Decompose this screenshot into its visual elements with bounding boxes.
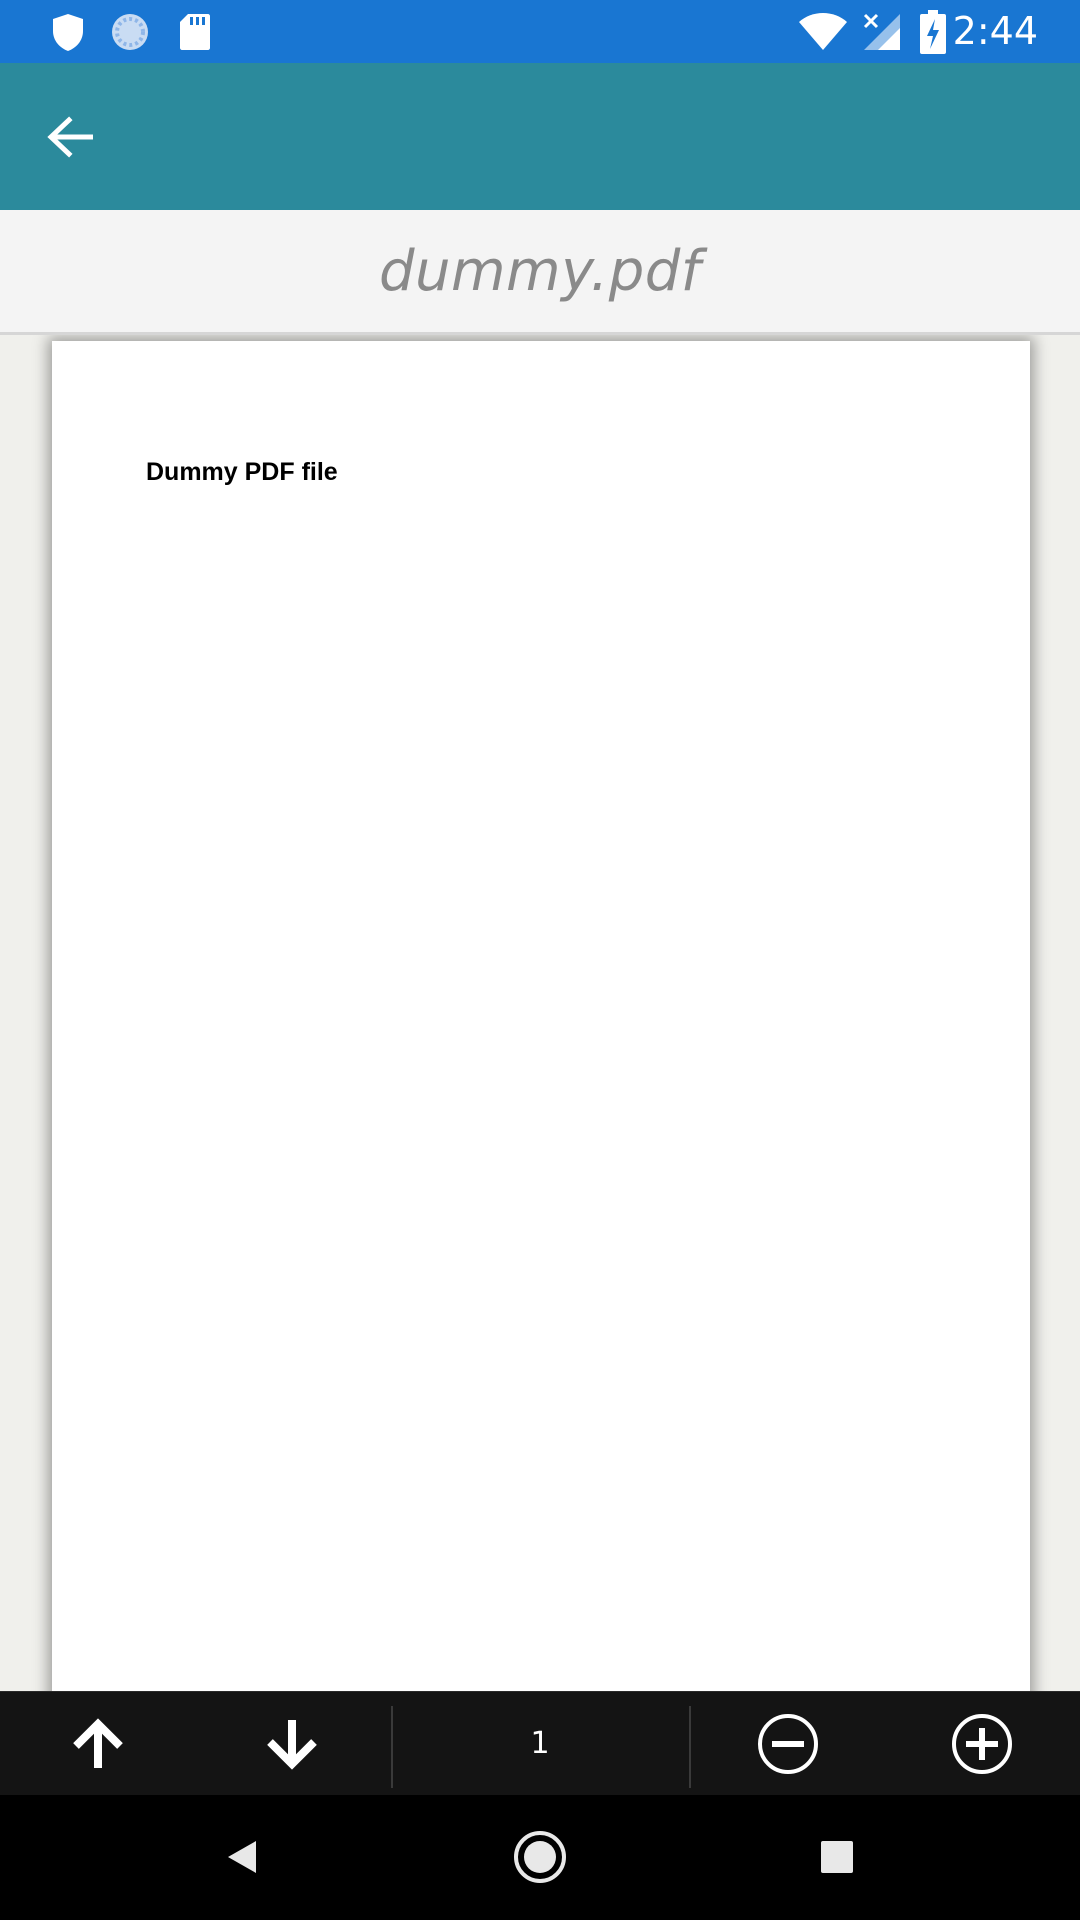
nav-home-button[interactable] [500,1817,580,1897]
cell-signal-off-icon [863,13,900,50]
document-viewer[interactable]: Dummy PDF file [0,335,1080,1692]
file-title: dummy.pdf [378,238,702,304]
navigation-bar [0,1795,1080,1920]
zoom-out-button[interactable] [738,1692,838,1795]
nav-recents-icon [821,1841,853,1873]
zoom-in-icon [952,1713,1012,1774]
status-time: 2:44 [952,9,1038,53]
battery-charging-icon [920,10,946,54]
screen: 2:44 dummy.pdf Dummy PDF file 1 [0,0,1080,1920]
next-page-button[interactable] [242,1692,342,1795]
toolbar-divider [689,1706,691,1788]
page-number: 1 [530,1726,550,1761]
status-bar: 2:44 [0,0,1080,63]
pdf-toolbar: 1 [0,1691,1080,1795]
zoom-out-icon [758,1713,818,1774]
file-title-bar: dummy.pdf [0,210,1080,335]
nav-back-button[interactable] [202,1817,282,1897]
pdf-page[interactable]: Dummy PDF file [52,341,1030,1692]
sd-card-icon [180,14,210,50]
nav-back-icon [228,1841,256,1873]
zoom-in-button[interactable] [932,1692,1032,1795]
arrow-left-icon [47,116,93,158]
sync-icon [112,14,148,50]
arrow-down-icon [267,1719,317,1770]
nav-recents-button[interactable] [797,1817,877,1897]
shield-icon [53,14,83,51]
pdf-page-heading: Dummy PDF file [146,458,338,486]
previous-page-button[interactable] [48,1692,148,1795]
app-bar [0,63,1080,210]
arrow-up-icon [73,1717,123,1768]
back-button[interactable] [30,104,110,170]
nav-home-icon [514,1831,566,1883]
wifi-icon [799,13,847,50]
